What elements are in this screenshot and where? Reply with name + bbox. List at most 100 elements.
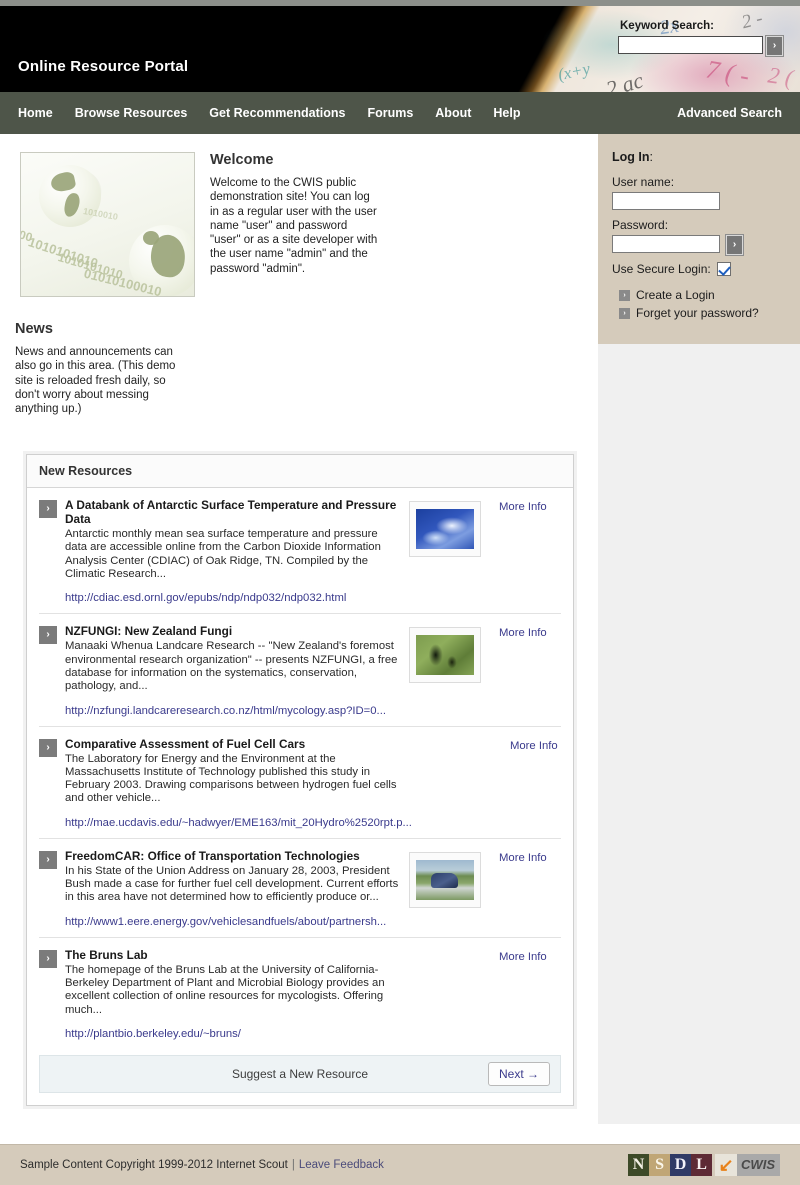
leave-feedback-link[interactable]: Leave Feedback	[299, 1159, 384, 1171]
chevron-right-icon[interactable]: ›	[39, 949, 57, 968]
secure-login-label: Use Secure Login:	[612, 262, 711, 276]
forgot-password-link[interactable]: Forget your password?	[636, 306, 759, 320]
resource-body: A Databank of Antarctic Surface Temperat…	[65, 498, 409, 604]
username-input[interactable]	[612, 192, 720, 210]
secure-login-row: Use Secure Login:	[612, 262, 786, 276]
password-input[interactable]	[612, 235, 720, 253]
more-info-link[interactable]: More Info	[499, 949, 561, 1040]
resource-description: The homepage of the Bruns Lab at the Uni…	[65, 963, 385, 1016]
resource-row: › The Bruns Lab The homepage of the Brun…	[39, 938, 561, 1049]
main-navigation: Home Browse Resources Get Recommendation…	[0, 92, 800, 134]
resource-body: FreedomCAR: Office of Transportation Tec…	[65, 849, 409, 928]
more-info-link[interactable]: More Info	[499, 499, 561, 604]
resource-row: › FreedomCAR: Office of Transportation T…	[39, 839, 561, 938]
welcome-heading: Welcome	[210, 152, 274, 168]
chevron-right-icon[interactable]: ›	[39, 850, 57, 869]
resource-title-link[interactable]: FreedomCAR: Office of Transportation Tec…	[65, 849, 401, 864]
resource-description: Antarctic monthly mean sea surface tempe…	[65, 528, 381, 581]
nsdl-letter-l: L	[691, 1154, 713, 1176]
resource-title-link[interactable]: The Bruns Lab	[65, 948, 401, 963]
resource-url-link[interactable]: http://www1.eere.energy.gov/vehiclesandf…	[65, 916, 401, 928]
fungi-green-thumbnail	[416, 635, 474, 676]
keyword-search-submit-button[interactable]: ›	[765, 35, 784, 57]
forgot-password-row: › Forget your password?	[619, 306, 786, 320]
resource-thumbnail[interactable]	[409, 851, 481, 908]
resource-thumbnail[interactable]	[409, 627, 481, 684]
login-submit-button[interactable]: ›	[725, 234, 744, 256]
next-page-button[interactable]: Next →	[487, 1061, 550, 1086]
chevron-right-icon: ›	[619, 289, 630, 301]
login-panel-title: Log In:	[612, 150, 786, 164]
login-title-text: Log In	[612, 150, 650, 164]
banner-scribble: 2 ac	[603, 67, 646, 92]
globe-landmass	[143, 231, 159, 245]
username-label: User name:	[612, 175, 675, 189]
chevron-right-icon: ›	[619, 307, 630, 319]
arrow-down-left-icon	[715, 1154, 738, 1176]
more-info-link[interactable]: More Info	[499, 850, 561, 928]
create-login-link[interactable]: Create a Login	[636, 288, 715, 302]
banner-scribble: (x+y	[556, 58, 592, 85]
resource-title-link[interactable]: A Databank of Antarctic Surface Temperat…	[65, 498, 401, 527]
page-body: 00 1010101010 1010101010 01010100010 101…	[0, 134, 800, 1144]
news-heading: News	[15, 321, 53, 337]
news-body: News and announcements can also go in th…	[15, 346, 176, 415]
resource-thumbnail[interactable]	[409, 501, 481, 558]
nav-item-help[interactable]: Help	[493, 106, 520, 120]
resource-url-link[interactable]: http://nzfungi.landcareresearch.co.nz/ht…	[65, 705, 401, 717]
keyword-search-input[interactable]	[618, 36, 763, 54]
news-block: News News and announcements can also go …	[0, 321, 185, 416]
chevron-right-icon[interactable]: ›	[39, 500, 57, 519]
create-login-row: › Create a Login	[619, 288, 786, 302]
nsdl-letter-d: D	[670, 1154, 692, 1176]
login-title-colon: :	[649, 150, 653, 164]
nav-item-forums[interactable]: Forums	[367, 106, 413, 120]
footer-separator: |	[291, 1159, 295, 1171]
banner-scribble: 2 (	[766, 62, 795, 91]
resource-title-link[interactable]: Comparative Assessment of Fuel Cell Cars	[65, 737, 412, 752]
resource-description: Manaaki Whenua Landcare Research -- "New…	[65, 640, 398, 693]
copyright-text: Sample Content Copyright 1999-2012 Inter…	[20, 1159, 288, 1171]
resource-url-link[interactable]: http://cdiac.esd.ornl.gov/epubs/ndp/ndp0…	[65, 592, 401, 604]
resource-row: › NZFUNGI: New Zealand Fungi Manaaki Whe…	[39, 614, 561, 727]
chevron-right-icon[interactable]: ›	[39, 626, 57, 645]
secure-login-checkbox[interactable]	[716, 262, 731, 276]
resource-body: NZFUNGI: New Zealand Fungi Manaaki Whenu…	[65, 624, 409, 717]
welcome-body: Welcome to the CWIS public demonstration…	[210, 177, 378, 275]
suggest-new-resource-link[interactable]: Suggest a New Resource	[232, 1067, 368, 1081]
resource-description: The Laboratory for Energy and the Enviro…	[65, 752, 397, 805]
login-links: › Create a Login › Forget your password?	[612, 288, 786, 320]
more-info-link[interactable]: More Info	[510, 738, 572, 829]
nsdl-letter-s: S	[649, 1154, 671, 1176]
resources-panel-footer: Suggest a New Resource Next →	[39, 1054, 561, 1093]
page-footer: Sample Content Copyright 1999-2012 Inter…	[0, 1144, 800, 1185]
password-label: Password:	[612, 218, 669, 232]
nsdl-logo[interactable]: N S D L	[628, 1154, 713, 1176]
nav-item-browse-resources[interactable]: Browse Resources	[75, 106, 188, 120]
nav-item-about[interactable]: About	[435, 106, 471, 120]
sidebar-column: Log In: User name: Password: › Use Secur…	[598, 134, 800, 1124]
nav-item-home[interactable]: Home	[18, 106, 53, 120]
globes-binary-image: 00 1010101010 1010101010 01010100010 101…	[20, 152, 195, 297]
cwis-logo[interactable]: CWIS	[715, 1154, 780, 1176]
login-panel: Log In: User name: Password: › Use Secur…	[598, 134, 800, 344]
main-content-column: 00 1010101010 1010101010 01010100010 101…	[0, 134, 598, 1106]
welcome-block: 00 1010101010 1010101010 01010100010 101…	[0, 134, 598, 297]
chevron-right-icon[interactable]: ›	[39, 738, 57, 757]
site-banner: (x+y 2 ac 2x 7 ( - 2 - 2 ( Online Resour…	[0, 0, 800, 92]
footer-logos: N S D L CWIS	[628, 1154, 780, 1176]
cwis-logo-text: CWIS	[741, 1157, 775, 1172]
new-resources-header: New Resources	[27, 455, 573, 489]
nav-item-advanced-search[interactable]: Advanced Search	[677, 106, 782, 120]
resource-row: › A Databank of Antarctic Surface Temper…	[39, 488, 561, 615]
resource-url-link[interactable]: http://mae.ucdavis.edu/~hadwyer/EME163/m…	[65, 817, 412, 829]
nav-item-get-recommendations[interactable]: Get Recommendations	[209, 106, 345, 120]
resource-title-link[interactable]: NZFUNGI: New Zealand Fungi	[65, 624, 401, 639]
site-title: Online Resource Portal	[18, 58, 189, 75]
nsdl-letter-n: N	[628, 1154, 650, 1176]
resource-description: In his State of the Union Address on Jan…	[65, 864, 399, 904]
banner-scribble: 7 ( -	[703, 54, 752, 91]
more-info-link[interactable]: More Info	[499, 625, 561, 716]
resource-url-link[interactable]: http://plantbio.berkeley.edu/~bruns/	[65, 1028, 401, 1040]
keyword-search-area: Keyword Search: ›	[618, 20, 784, 57]
